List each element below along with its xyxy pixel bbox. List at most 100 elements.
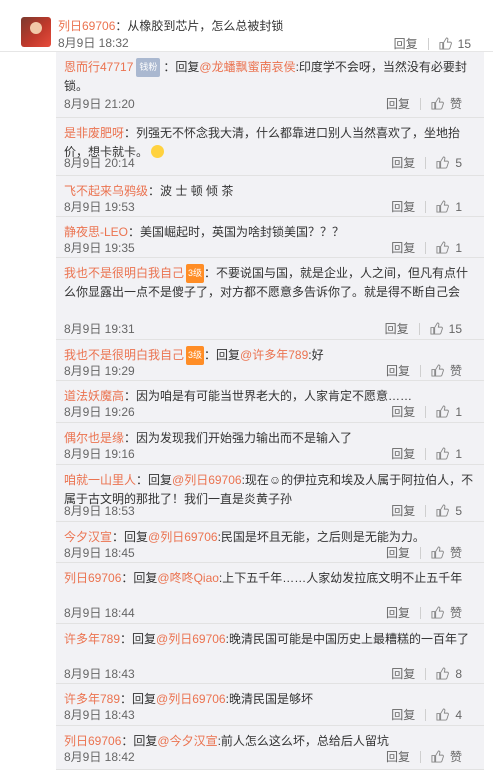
mention-link[interactable]: @列日69706 (156, 692, 226, 706)
like-count[interactable]: 赞 (450, 604, 462, 621)
like-count[interactable]: 赞 (450, 95, 462, 112)
reply-date: 8月9日 19:16 (64, 447, 135, 461)
thumbs-up-icon[interactable] (431, 750, 444, 763)
thumbs-up-icon[interactable] (436, 405, 450, 418)
reply-button[interactable]: 回复 (391, 665, 415, 682)
reply-actions: 回复 1 (391, 403, 462, 420)
thumbs-up-icon[interactable] (431, 606, 444, 619)
reply-user[interactable]: 道法妖魔高 (64, 389, 124, 403)
like-count[interactable]: 1 (455, 200, 462, 214)
thumbs-up-icon[interactable] (439, 37, 452, 50)
reply-item: 列日69706：回复@今夕汉宣:前人怎么这么坏，总给后人留坑 8月9日 18:42… (56, 726, 484, 770)
thumbs-up-icon[interactable] (436, 156, 450, 169)
thumbs-up-icon[interactable] (436, 504, 450, 517)
reply-date: 8月9日 18:43 (64, 667, 135, 681)
reply-user[interactable]: 咱就一山里人 (64, 473, 136, 487)
reply-actions: 回复 赞 (386, 748, 462, 765)
user-badge[interactable]: 3级 (186, 346, 205, 365)
reply-actions: 回复 赞 (386, 544, 462, 561)
reply-actions: 回复 1 (391, 198, 462, 215)
main-comment-body: ：从橡胶到芯片，怎么总被封锁 (115, 19, 284, 33)
user-badge[interactable]: 钱粉 (136, 58, 161, 77)
mention-link[interactable]: @咚咚Qiao (157, 571, 219, 585)
reply-user[interactable]: 偶尔也是缘 (64, 431, 124, 445)
mention-link[interactable]: @今夕汉宣 (157, 734, 217, 748)
like-count[interactable]: 1 (455, 447, 462, 461)
reply-button[interactable]: 回复 (386, 362, 410, 379)
thumbs-up-icon[interactable] (436, 447, 450, 460)
thumbs-up-icon[interactable] (430, 322, 443, 335)
thumbs-up-icon[interactable] (436, 241, 450, 254)
main-comment-date: 8月9日 18:32 (58, 36, 129, 50)
mention-link[interactable]: @列日69706 (156, 632, 226, 646)
like-count[interactable]: 赞 (450, 748, 462, 765)
reply-button[interactable]: 回复 (386, 748, 410, 765)
reply-body: :晚清民国可能是中国历史上最糟糕的一百年了 (225, 632, 469, 646)
like-count[interactable]: 4 (455, 708, 462, 722)
mention-link[interactable]: @列日69706 (148, 530, 218, 544)
reply-item: 偶尔也是缘：因为发现我们开始强力输出而不是输入了 8月9日 19:16 回复 1 (56, 423, 484, 465)
mention-link[interactable]: @列日69706 (172, 473, 242, 487)
reply-user[interactable]: 是非废肥呀 (64, 126, 124, 140)
reply-button[interactable]: 回复 (385, 320, 409, 337)
like-count[interactable]: 15 (449, 322, 462, 336)
reply-user[interactable]: 我也不是很明白我自己 (64, 348, 184, 362)
reply-body: :好 (308, 348, 324, 362)
reply-user[interactable]: 列日69706 (64, 734, 121, 748)
reply-prefix: ： (124, 431, 137, 445)
like-count[interactable]: 15 (458, 37, 471, 51)
mention-link[interactable]: @龙蟠飘蜜南哀侯 (199, 60, 295, 74)
reply-item: 许多年789：回复@列日69706:晚清民国是够坏 8月9日 18:43 回复 4 (56, 684, 484, 726)
mention-link[interactable]: @许多年789 (240, 348, 308, 362)
like-count[interactable]: 8 (455, 667, 462, 681)
avatar[interactable] (21, 17, 51, 47)
reply-item: 列日69706：回复@咚咚Qiao:上下五千年……人家幼发拉底文明不止五千年 8月… (56, 563, 484, 624)
reply-user[interactable]: 列日69706 (64, 571, 121, 585)
like-count[interactable]: 赞 (450, 544, 462, 561)
divider (419, 97, 421, 110)
reply-body: :上下五千年……人家幼发拉底文明不止五千年 (218, 571, 463, 585)
reply-button[interactable]: 回复 (394, 35, 418, 52)
reply-date: 8月9日 18:42 (64, 750, 135, 764)
reply-button[interactable]: 回复 (386, 95, 410, 112)
reply-text: 许多年789：回复@列日69706:晚清民国可能是中国历史上最糟糕的一百年了 (64, 630, 474, 649)
reply-user[interactable]: 许多年789 (64, 692, 120, 706)
reply-button[interactable]: 回复 (391, 154, 415, 171)
thumbs-up-icon[interactable] (431, 97, 444, 110)
thumbs-up-icon[interactable] (436, 200, 450, 213)
reply-button[interactable]: 回复 (391, 502, 415, 519)
reply-actions: 回复 赞 (386, 95, 462, 112)
like-count[interactable]: 5 (455, 156, 462, 170)
reply-user[interactable]: 我也不是很明白我自己 (64, 266, 184, 280)
reply-button[interactable]: 回复 (391, 198, 415, 215)
divider (425, 667, 427, 680)
reply-button[interactable]: 回复 (391, 239, 415, 256)
reply-user[interactable]: 恩而行47717 (64, 60, 133, 74)
like-count[interactable]: 赞 (450, 362, 462, 379)
main-comment-user[interactable]: 列日69706 (58, 19, 115, 33)
reply-prefix: ： (124, 126, 137, 140)
reply-button[interactable]: 回复 (391, 706, 415, 723)
reply-date: 8月9日 19:26 (64, 405, 135, 419)
reply-button[interactable]: 回复 (391, 445, 415, 462)
reply-button[interactable]: 回复 (386, 604, 410, 621)
like-count[interactable]: 1 (455, 405, 462, 419)
thumbs-up-icon[interactable] (431, 364, 444, 377)
reply-button[interactable]: 回复 (391, 403, 415, 420)
reply-user[interactable]: 今夕汉宣 (64, 530, 112, 544)
reply-item: 道法妖魔高：因为咱是有可能当世界老大的，人家肯定不愿意…… 8月9日 19:26 回… (56, 381, 484, 423)
divider (419, 606, 421, 619)
smile-emoji-icon (151, 145, 165, 158)
reply-user[interactable]: 许多年789 (64, 632, 120, 646)
like-count[interactable]: 1 (455, 241, 462, 255)
user-badge[interactable]: 3级 (186, 264, 205, 283)
thumbs-up-icon[interactable] (436, 667, 450, 680)
main-comment-actions: 回复 15 (394, 35, 471, 52)
thumbs-up-icon[interactable] (431, 546, 444, 559)
like-count[interactable]: 5 (455, 504, 462, 518)
reply-user[interactable]: 飞不起来乌鸦级 (64, 184, 148, 198)
reply-button[interactable]: 回复 (386, 544, 410, 561)
reply-user[interactable]: 静夜思-LEO (64, 225, 128, 239)
thumbs-up-icon[interactable] (436, 708, 450, 721)
reply-date: 8月9日 18:43 (64, 708, 135, 722)
